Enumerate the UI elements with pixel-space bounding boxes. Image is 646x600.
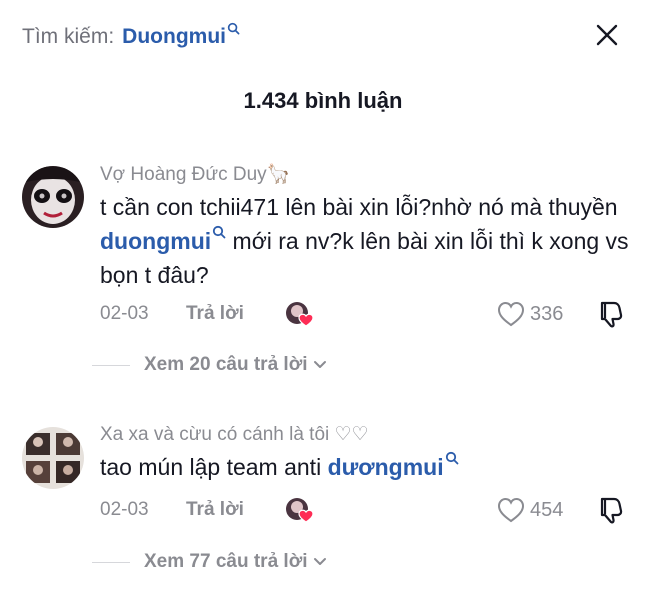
like-button[interactable]: 454 <box>496 495 563 525</box>
reply-button[interactable]: Trả lời <box>186 499 244 521</box>
heart-icon <box>497 497 525 523</box>
comment-count: 1.434 bình luận <box>243 88 403 113</box>
close-icon[interactable] <box>594 22 620 48</box>
search-icon <box>213 225 226 239</box>
dislike-icon[interactable] <box>596 495 626 525</box>
dislike-icon[interactable] <box>596 299 626 329</box>
comment-meta: 02-03 Trả lời <box>100 495 244 525</box>
like-button[interactable]: 336 <box>496 299 563 329</box>
comment-text: t cần con tchii471 lên bài xin lỗi?nhờ n… <box>100 194 629 288</box>
comment-meta: 02-03 Trả lời <box>100 299 244 329</box>
comments-panel: Tìm kiếm: Duongmui 1.434 bình luận Vợ Ho… <box>0 0 646 600</box>
view-replies-label: Xem 77 câu trả lời <box>144 551 308 572</box>
divider <box>92 561 130 563</box>
comment-username[interactable]: Xa xa và cừu có cánh là tôi ♡♡ <box>100 423 369 446</box>
like-count: 336 <box>530 302 564 325</box>
search-header[interactable]: Tìm kiếm: Duongmui <box>22 22 240 52</box>
search-term-link[interactable]: Duongmui <box>122 25 226 49</box>
mention-link[interactable]: duongmui <box>100 225 226 254</box>
search-icon <box>445 451 459 465</box>
reply-button[interactable]: Trả lời <box>186 303 244 325</box>
comment-text: tao mún lập team anti dươngmui <box>100 450 630 484</box>
avatar[interactable] <box>22 166 84 228</box>
comment-username[interactable]: Vợ Hoàng Đức Duy🦙 <box>100 162 290 186</box>
search-prefix-label: Tìm kiếm: <box>22 25 115 48</box>
heart-icon <box>497 301 525 327</box>
creator-liked-icon <box>286 498 314 523</box>
avatar-image <box>22 166 84 228</box>
divider <box>92 364 130 366</box>
creator-liked-icon <box>286 302 314 327</box>
search-icon <box>227 22 240 34</box>
chevron-down-icon <box>314 558 327 565</box>
like-count: 454 <box>530 498 564 521</box>
chevron-down-icon <box>314 361 327 368</box>
avatar[interactable] <box>22 427 84 489</box>
comment-date: 02-03 <box>100 303 149 324</box>
view-replies-button[interactable]: Xem 20 câu trả lời <box>92 352 327 378</box>
view-replies-button[interactable]: Xem 77 câu trả lời <box>92 549 327 575</box>
avatar-image <box>22 427 84 489</box>
view-replies-label: Xem 20 câu trả lời <box>144 354 308 375</box>
mention-link[interactable]: dươngmui <box>328 451 459 480</box>
comment-date: 02-03 <box>100 499 149 520</box>
